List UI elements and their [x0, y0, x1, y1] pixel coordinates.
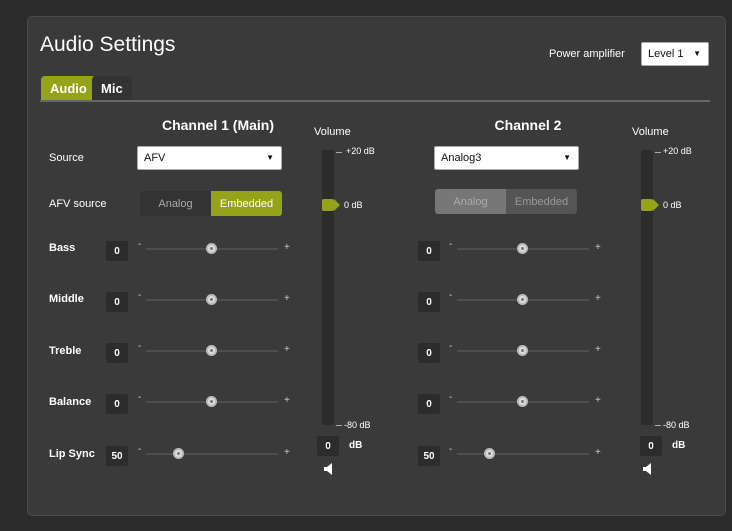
page-title: Audio Settings [40, 33, 176, 56]
plus-icon: + [595, 447, 601, 458]
channel-2-source-select[interactable]: Analog3 ▼ [434, 146, 579, 170]
afv-source-label: AFV source [49, 198, 107, 210]
tick-mark [336, 152, 342, 153]
channel-1-volume-max: +20 dB [346, 146, 375, 156]
channel-1-title: Channel 1 (Main) [161, 117, 274, 133]
channel-2-volume-label: Volume [632, 126, 669, 138]
plus-icon: + [595, 293, 601, 304]
plus-icon: + [284, 447, 290, 458]
channel-1-volume-track[interactable] [322, 150, 334, 425]
minus-icon: - [138, 239, 142, 250]
channel-1-lip-sync-slider-track[interactable] [146, 453, 278, 455]
channel-2-bass-slider-knob[interactable] [517, 243, 528, 254]
channel-2-source-value: Analog3 [441, 152, 482, 164]
channel-2-volume-knob[interactable] [641, 199, 653, 211]
channel-1-volume-unit: dB [349, 440, 363, 451]
channel-2-volume-input[interactable]: 0 [640, 436, 662, 456]
channel-2-afv-embedded: Embedded [514, 195, 569, 208]
tick-mark [336, 425, 342, 426]
tick-mark [655, 425, 661, 426]
channel-1-lip-sync-value[interactable]: 50 [106, 446, 128, 466]
minus-icon: - [138, 290, 142, 301]
plus-icon: + [595, 344, 601, 355]
minus-icon: - [449, 392, 453, 403]
channel-2-volume-current: 0 dB [663, 200, 682, 210]
speaker-icon[interactable] [323, 462, 337, 476]
middle-label: Middle [49, 293, 84, 305]
channel-2-volume-min: -80 dB [663, 420, 690, 430]
channel-2-volume-pointer [653, 199, 659, 211]
speaker-icon[interactable] [642, 462, 656, 476]
channel-1-source-value: AFV [144, 152, 166, 164]
minus-icon: - [449, 341, 453, 352]
tab-mic[interactable]: Mic [92, 76, 132, 101]
channel-2-lip-sync-slider-track[interactable] [457, 453, 589, 455]
balance-label: Balance [49, 396, 92, 408]
channel-1-afv-toggle[interactable]: Analog Embedded [140, 191, 282, 216]
lip-sync-label: Lip Sync [49, 448, 95, 460]
plus-icon: + [284, 344, 290, 355]
channel-1-bass-slider-knob[interactable] [206, 243, 217, 254]
plus-icon: + [595, 242, 601, 253]
treble-label: Treble [49, 345, 82, 357]
channel-1-volume-input[interactable]: 0 [317, 436, 339, 456]
channel-1-volume-knob[interactable] [322, 199, 334, 211]
minus-icon: - [449, 444, 453, 455]
channel-2-treble-value[interactable]: 0 [418, 343, 440, 363]
plus-icon: + [284, 293, 290, 304]
power-amplifier-label: Power amplifier [549, 48, 625, 60]
channel-1-middle-slider-knob[interactable] [206, 294, 217, 305]
minus-icon: - [449, 290, 453, 301]
minus-icon: - [449, 239, 453, 250]
caret-down-icon: ▼ [693, 49, 701, 58]
channel-2-volume-max: +20 dB [663, 146, 692, 156]
channel-2-volume-unit: dB [672, 440, 686, 451]
channel-2-afv-analog: Analog [435, 189, 506, 214]
minus-icon: - [138, 341, 142, 352]
settings-panel [27, 16, 726, 516]
channel-1-middle-value[interactable]: 0 [106, 292, 128, 312]
channel-2-lip-sync-slider-knob[interactable] [484, 448, 495, 459]
plus-icon: + [284, 242, 290, 253]
channel-2-title: Channel 2 [494, 117, 562, 133]
power-amplifier-select[interactable]: Level 1 ▼ [641, 42, 709, 66]
plus-icon: + [595, 395, 601, 406]
minus-icon: - [138, 392, 142, 403]
power-amplifier-value: Level 1 [648, 48, 684, 60]
channel-1-lip-sync-slider-knob[interactable] [173, 448, 184, 459]
caret-down-icon: ▼ [563, 153, 571, 162]
tab-audio[interactable]: Audio [41, 76, 96, 101]
channel-1-volume-current: 0 dB [344, 200, 363, 210]
bass-label: Bass [49, 242, 76, 254]
channel-2-volume-track[interactable] [641, 150, 653, 425]
channel-2-middle-slider-knob[interactable] [517, 294, 528, 305]
channel-1-afv-embedded[interactable]: Embedded [211, 191, 282, 216]
channel-1-volume-min: -80 dB [344, 420, 371, 430]
plus-icon: + [284, 395, 290, 406]
channel-1-balance-slider-knob[interactable] [206, 396, 217, 407]
tab-divider [40, 100, 710, 102]
source-label: Source [49, 152, 84, 164]
channel-1-bass-value[interactable]: 0 [106, 241, 128, 261]
channel-1-volume-pointer [334, 199, 340, 211]
channel-2-balance-slider-knob[interactable] [517, 396, 528, 407]
channel-2-treble-slider-knob[interactable] [517, 345, 528, 356]
channel-2-middle-value[interactable]: 0 [418, 292, 440, 312]
caret-down-icon: ▼ [266, 153, 274, 162]
channel-1-treble-value[interactable]: 0 [106, 343, 128, 363]
channel-1-treble-slider-knob[interactable] [206, 345, 217, 356]
channel-1-source-select[interactable]: AFV ▼ [137, 146, 282, 170]
channel-2-balance-value[interactable]: 0 [418, 394, 440, 414]
minus-icon: - [138, 444, 142, 455]
channel-2-bass-value[interactable]: 0 [418, 241, 440, 261]
channel-2-lip-sync-value[interactable]: 50 [418, 446, 440, 466]
channel-1-balance-value[interactable]: 0 [106, 394, 128, 414]
tick-mark [655, 152, 661, 153]
channel-2-afv-toggle: Analog Embedded [435, 189, 577, 214]
channel-1-afv-analog[interactable]: Analog [140, 191, 211, 216]
channel-1-volume-label: Volume [314, 126, 351, 138]
